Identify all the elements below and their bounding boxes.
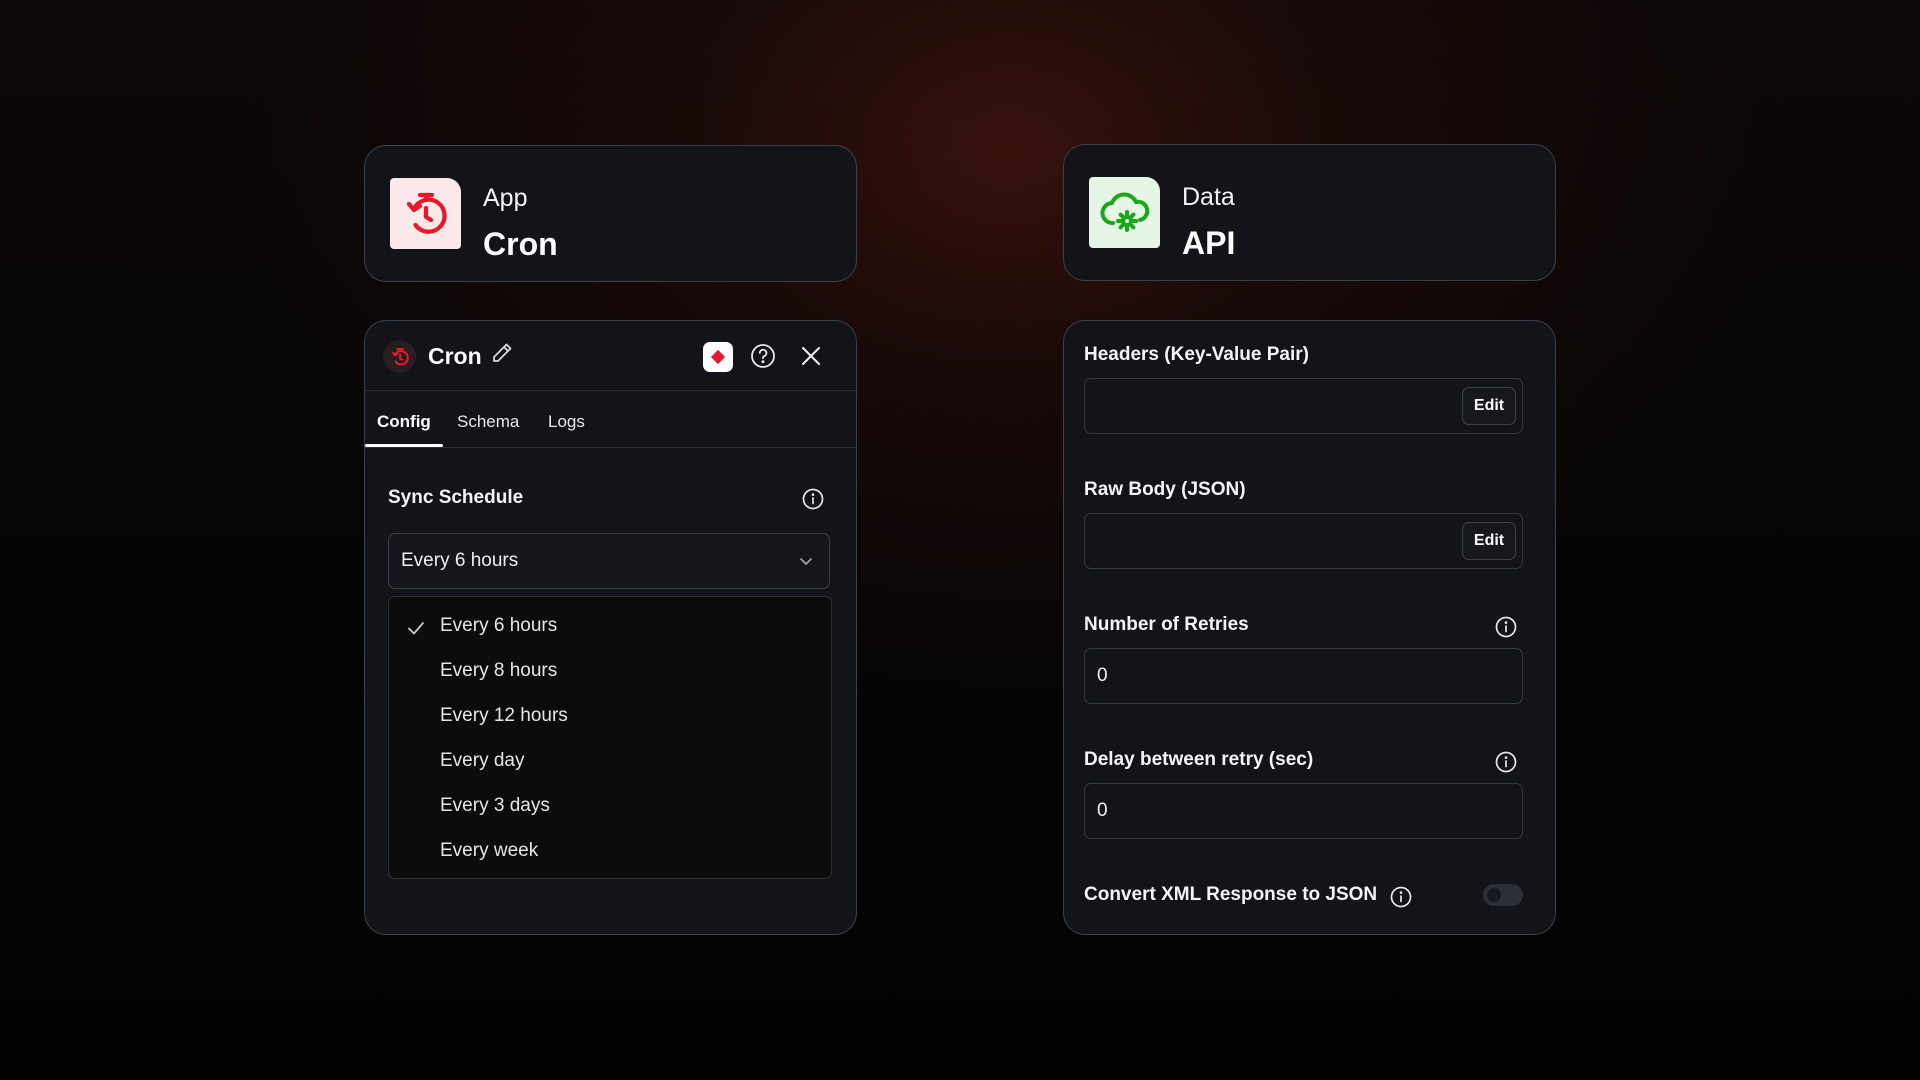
node-kind-label: Data xyxy=(1182,183,1235,211)
delay-label: Delay between retry (sec) xyxy=(1084,749,1314,770)
option-label: Every 6 hours xyxy=(440,615,558,636)
help-icon[interactable] xyxy=(749,342,777,370)
info-icon[interactable] xyxy=(1494,615,1518,639)
schedule-option[interactable]: Every 8 hours xyxy=(389,648,831,693)
info-icon[interactable] xyxy=(1494,750,1518,774)
raw-body-label: Raw Body (JSON) xyxy=(1084,479,1246,500)
option-label: Every 3 days xyxy=(440,795,550,816)
active-tab-indicator xyxy=(365,444,443,447)
info-icon[interactable] xyxy=(1389,885,1413,909)
node-kind-label: App xyxy=(483,184,528,212)
schedule-option[interactable]: Every 6 hours xyxy=(389,603,831,648)
convert-xml-label: Convert XML Response to JSON xyxy=(1084,884,1378,905)
info-icon[interactable] xyxy=(801,487,825,511)
timer-reset-icon xyxy=(390,178,461,249)
delay-value: 0 xyxy=(1097,800,1108,821)
cron-logo-icon xyxy=(383,340,416,373)
schedule-option[interactable]: Every week xyxy=(389,828,831,873)
raw-body-field[interactable]: Edit xyxy=(1084,513,1523,569)
sync-schedule-label: Sync Schedule xyxy=(388,487,524,508)
data-node-card[interactable]: Data API xyxy=(1063,144,1556,281)
diamond-icon xyxy=(710,349,726,365)
schedule-option[interactable]: Every 12 hours xyxy=(389,693,831,738)
retries-value: 0 xyxy=(1097,665,1108,686)
retries-input[interactable]: 0 xyxy=(1084,648,1523,704)
panel-header: Cron xyxy=(365,321,856,391)
cron-config-panel: Cron Config Schema Logs Sync Schedule Ev… xyxy=(364,320,857,935)
select-value: Every 6 hours xyxy=(401,550,519,571)
tab-logs[interactable]: Logs xyxy=(548,412,585,432)
check-icon xyxy=(408,622,424,635)
option-label: Every 8 hours xyxy=(440,660,558,681)
schedule-dropdown-menu: Every 6 hours Every 8 hours Every 12 hou… xyxy=(388,596,832,879)
schedule-option[interactable]: Every day xyxy=(389,738,831,783)
convert-xml-toggle[interactable] xyxy=(1483,884,1523,906)
pencil-icon[interactable] xyxy=(490,341,514,365)
option-label: Every week xyxy=(440,840,539,861)
cloud-gear-icon xyxy=(1089,177,1160,248)
node-name-label: Cron xyxy=(483,226,558,262)
headers-edit-button[interactable]: Edit xyxy=(1462,387,1516,425)
chevron-down-icon xyxy=(800,558,812,565)
tab-bar: Config Schema Logs xyxy=(365,391,856,448)
panel-title: Cron xyxy=(428,343,482,369)
record-button[interactable] xyxy=(703,342,733,372)
sync-schedule-select[interactable]: Every 6 hours xyxy=(388,533,830,589)
headers-field[interactable]: Edit xyxy=(1084,378,1523,434)
headers-label: Headers (Key-Value Pair) xyxy=(1084,344,1309,365)
close-icon[interactable] xyxy=(799,344,823,368)
tab-config[interactable]: Config xyxy=(377,412,431,432)
toggle-knob xyxy=(1487,888,1501,902)
retries-label: Number of Retries xyxy=(1084,614,1249,635)
option-label: Every day xyxy=(440,750,525,771)
node-name-label: API xyxy=(1182,225,1236,261)
schedule-option[interactable]: Every 3 days xyxy=(389,783,831,828)
option-label: Every 12 hours xyxy=(440,705,568,726)
delay-input[interactable]: 0 xyxy=(1084,783,1523,839)
app-node-card[interactable]: App Cron xyxy=(364,145,857,282)
api-config-panel: Headers (Key-Value Pair) Edit Raw Body (… xyxy=(1063,320,1556,935)
raw-body-edit-button[interactable]: Edit xyxy=(1462,522,1516,560)
tab-schema[interactable]: Schema xyxy=(457,412,519,432)
